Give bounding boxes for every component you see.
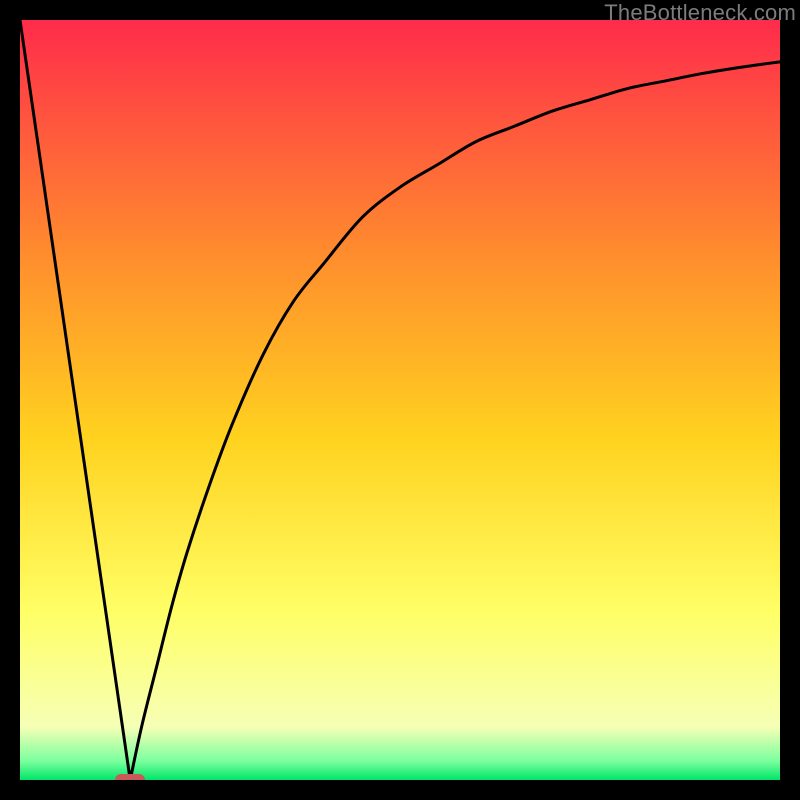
chart-frame: TheBottleneck.com [0, 0, 800, 800]
chart-svg [20, 20, 780, 780]
attribution-text: TheBottleneck.com [604, 0, 796, 26]
gradient-background [20, 20, 780, 780]
minimum-marker [115, 774, 145, 780]
plot-area [20, 20, 780, 780]
